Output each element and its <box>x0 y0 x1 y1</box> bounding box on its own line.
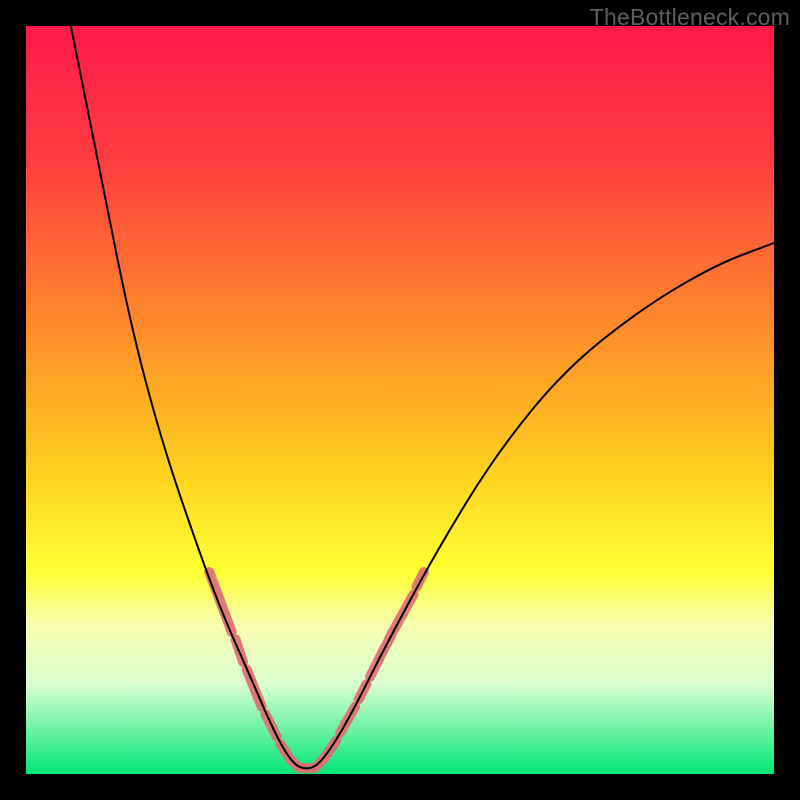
watermark-text: TheBottleneck.com <box>590 4 790 31</box>
chart-svg <box>26 26 774 774</box>
chart-plot-area <box>26 26 774 774</box>
chart-background-gradient <box>26 26 774 774</box>
